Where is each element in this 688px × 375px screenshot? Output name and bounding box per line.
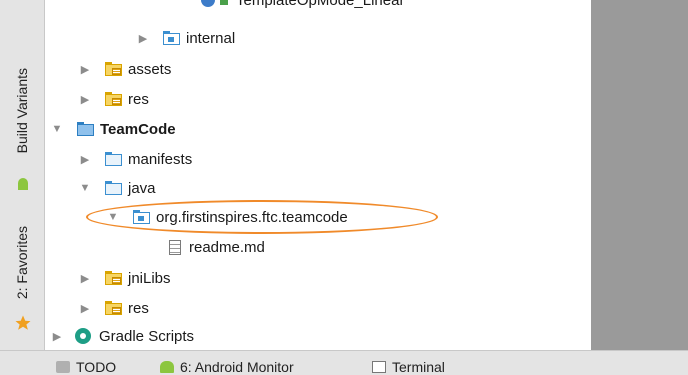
tree-item-res-2[interactable]: ▶ res <box>79 294 149 322</box>
favorites-label: 2: Favorites <box>14 226 30 300</box>
text-file-icon <box>169 239 181 255</box>
gradle-icon <box>75 328 91 344</box>
package-folder-icon <box>163 31 181 45</box>
tree-item-internal[interactable]: ▶ internal <box>137 24 235 52</box>
ide-window: Build Variants 2: Favorites TemplateOpMo… <box>0 0 688 375</box>
tree-item-templateopmode[interactable]: TemplateOpMode_Linear <box>201 0 404 14</box>
left-tool-strip: Build Variants 2: Favorites <box>0 0 45 350</box>
tree-item-readme[interactable]: readme.md <box>165 233 265 261</box>
tree-label-readme: readme.md <box>189 238 265 256</box>
tree-item-teamcode-package[interactable]: ▼ org.firstinspires.ftc.teamcode <box>107 203 348 231</box>
expand-arrow-icon[interactable]: ▶ <box>79 93 91 106</box>
android-monitor-tab[interactable]: 6: Android Monitor <box>160 359 294 375</box>
terminal-icon <box>372 361 386 373</box>
expand-arrow-icon[interactable]: ▶ <box>79 302 91 315</box>
expand-arrow-icon[interactable]: ▶ <box>79 272 91 285</box>
folder-icon <box>105 152 123 166</box>
tree-label-assets: assets <box>128 60 172 78</box>
class-icon <box>201 0 215 7</box>
android-monitor-label: 6: Android Monitor <box>180 359 294 375</box>
tree-item-manifests[interactable]: ▶ manifests <box>79 145 192 173</box>
tree-label-java: java <box>128 179 156 197</box>
tree-label-jnilibs: jniLibs <box>128 269 171 287</box>
tree-label-res-2: res <box>128 299 149 317</box>
expand-arrow-icon[interactable]: ▶ <box>79 63 91 76</box>
package-folder-icon <box>133 210 151 224</box>
terminal-tab[interactable]: Terminal <box>372 359 445 375</box>
resource-folder-icon <box>105 92 123 106</box>
tree-item-res[interactable]: ▶ res <box>79 85 149 113</box>
project-tree: TemplateOpMode_Linear ▶ internal ▶ asset… <box>45 0 591 350</box>
todo-label: TODO <box>76 359 117 375</box>
android-icon <box>17 178 29 192</box>
tree-label-gradle-scripts: Gradle Scripts <box>99 327 195 345</box>
resource-folder-icon <box>105 271 123 285</box>
tree-label-manifests: manifests <box>128 150 193 168</box>
access-icon <box>220 0 228 5</box>
resource-folder-icon <box>105 62 123 76</box>
expand-arrow-icon[interactable]: ▶ <box>51 330 63 343</box>
expand-arrow-icon[interactable]: ▶ <box>79 153 91 166</box>
tree-label-internal: internal <box>186 29 236 47</box>
folder-icon <box>105 181 123 195</box>
tree-label-res: res <box>128 90 149 108</box>
star-icon <box>14 314 32 332</box>
todo-icon <box>56 361 70 373</box>
android-icon <box>160 361 174 373</box>
tree-item-gradle-scripts[interactable]: ▶ Gradle Scripts <box>51 322 194 350</box>
expand-arrow-icon[interactable]: ▶ <box>137 32 149 45</box>
tree-item-java[interactable]: ▼ java <box>79 174 156 202</box>
build-variants-tab[interactable]: Build Variants <box>0 48 44 174</box>
collapse-arrow-icon[interactable]: ▼ <box>79 182 91 194</box>
collapse-arrow-icon[interactable]: ▼ <box>107 211 119 223</box>
tree-label-teamcode: TeamCode <box>100 120 176 138</box>
tree-label-package: org.firstinspires.ftc.teamcode <box>156 208 348 226</box>
favorites-tab[interactable]: 2: Favorites <box>0 218 44 308</box>
tree-label-templateopmode: TemplateOpMode_Linear <box>236 0 405 9</box>
tree-item-assets[interactable]: ▶ assets <box>79 55 172 83</box>
tree-item-jnilibs[interactable]: ▶ jniLibs <box>79 264 171 292</box>
bottom-tool-bar: TODO 6: Android Monitor Terminal <box>0 350 688 375</box>
build-variants-label: Build Variants <box>14 68 30 154</box>
module-folder-icon <box>77 122 95 136</box>
tree-item-teamcode[interactable]: ▼ TeamCode <box>51 115 176 143</box>
terminal-label: Terminal <box>392 359 445 375</box>
todo-tab[interactable]: TODO <box>56 359 116 375</box>
collapse-arrow-icon[interactable]: ▼ <box>51 123 63 135</box>
editor-area <box>591 0 688 350</box>
resource-folder-icon <box>105 301 123 315</box>
